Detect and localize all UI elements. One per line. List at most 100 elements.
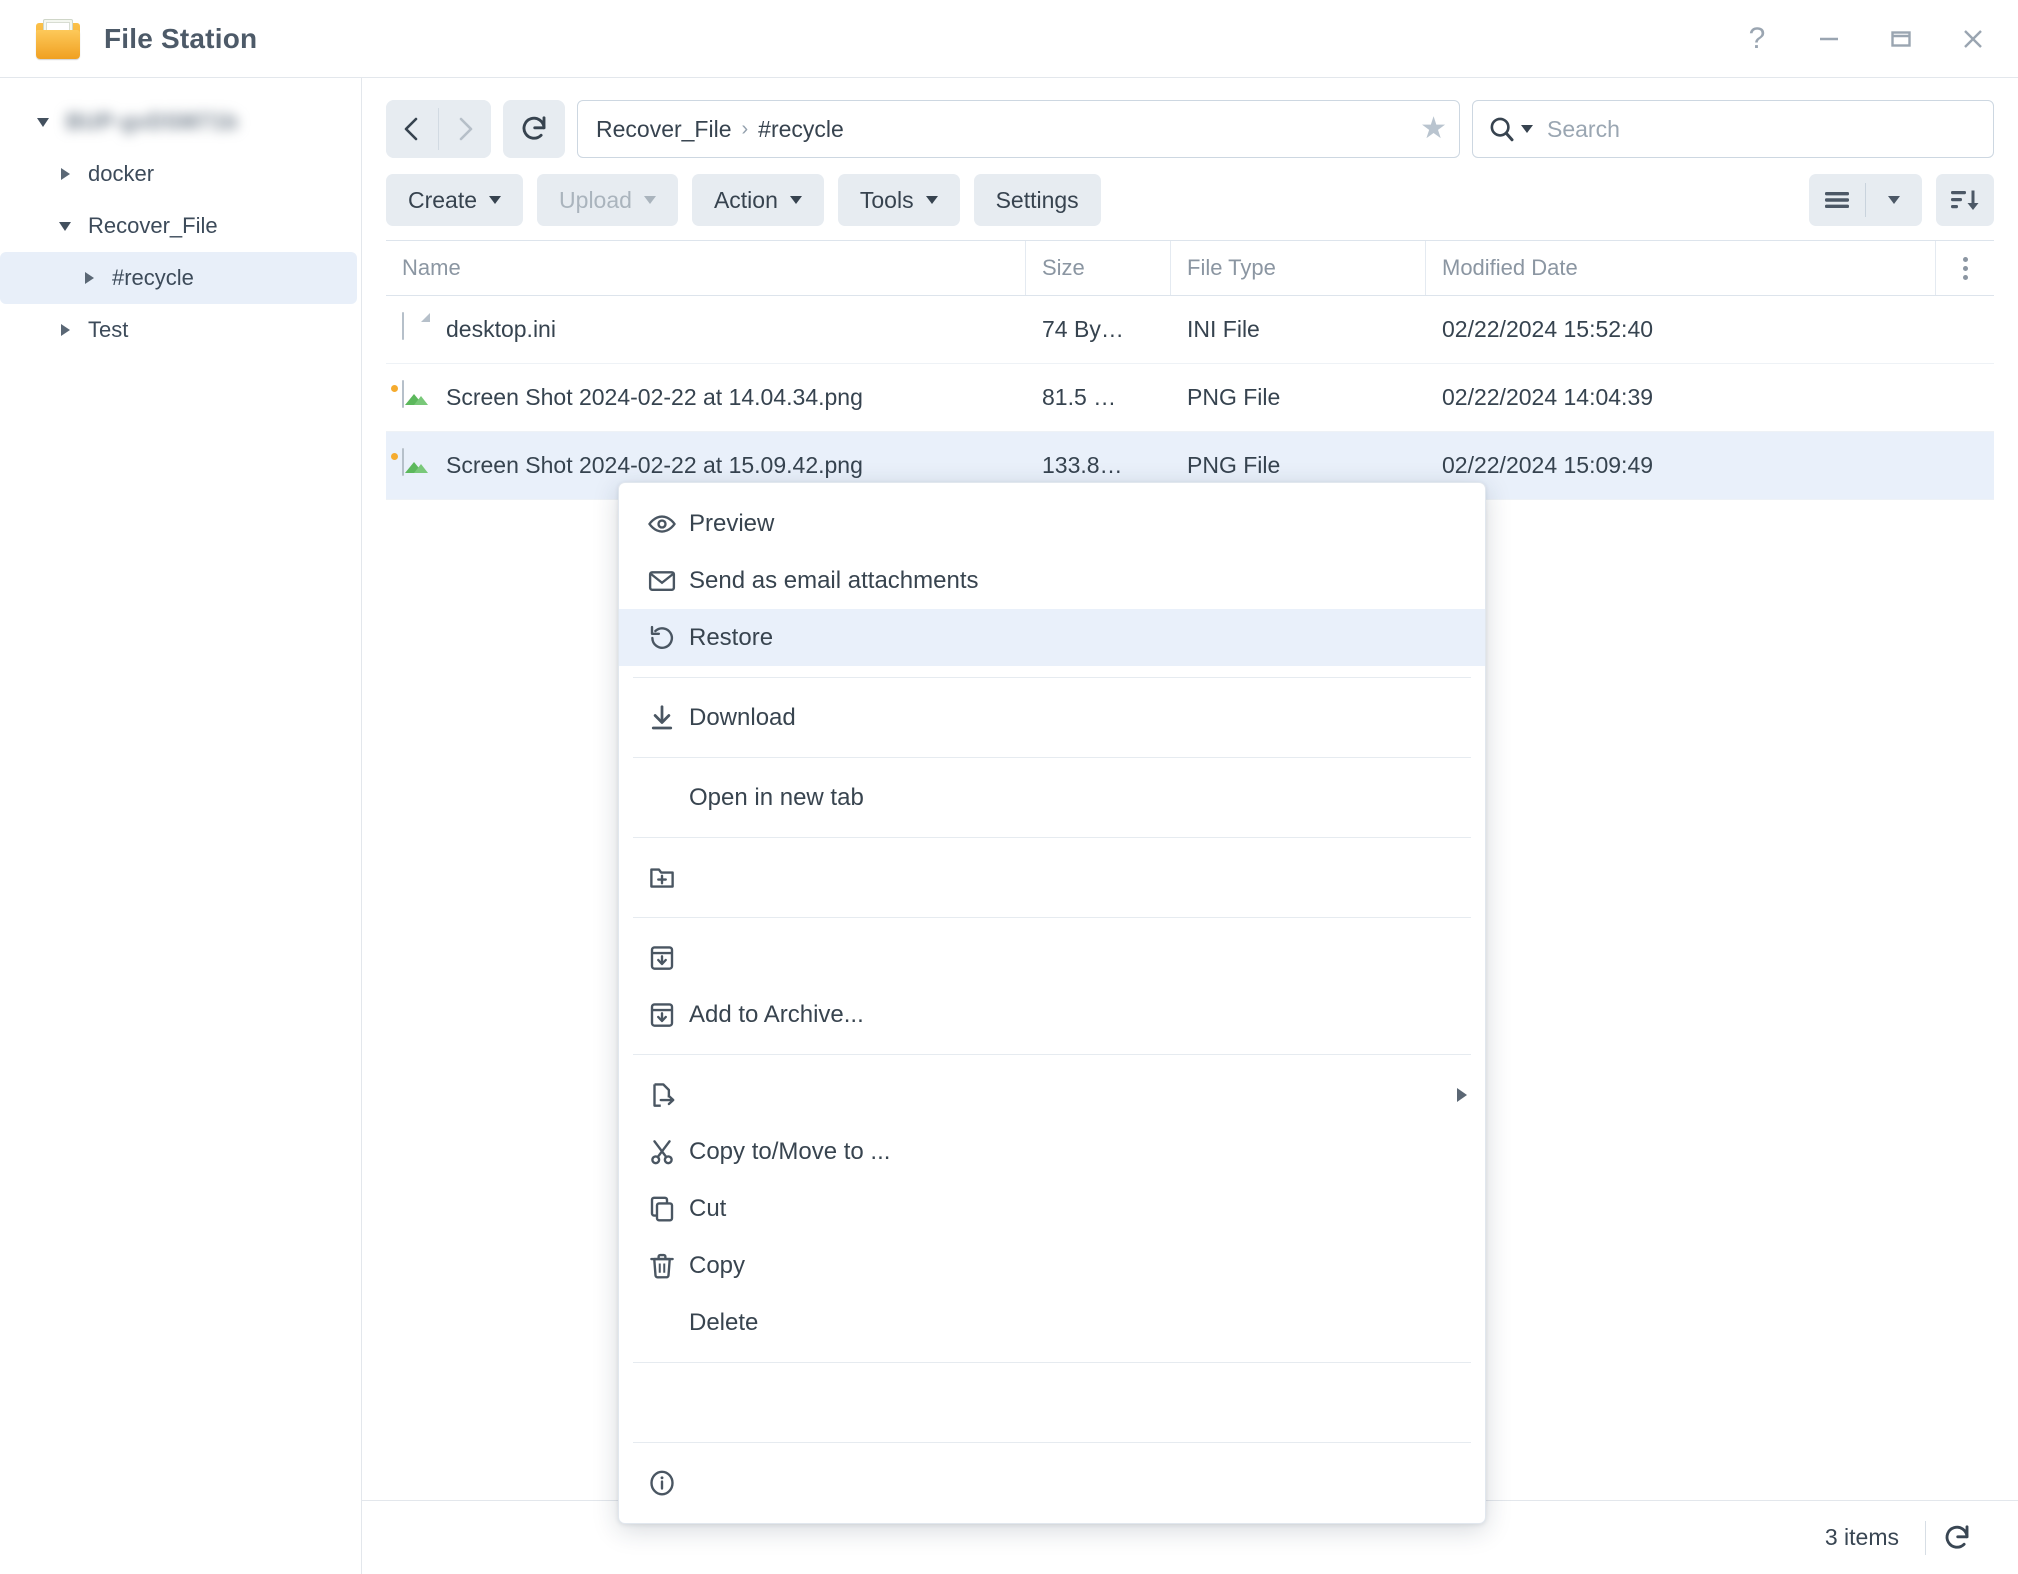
context-menu-item-delete[interactable]: Copy <box>619 1237 1485 1294</box>
sidebar-item-nas-root[interactable]: BUP-gvDSM71b <box>0 96 357 148</box>
refresh-button[interactable] <box>503 100 565 158</box>
list-view-icon[interactable] <box>1809 174 1865 226</box>
caret-right-icon[interactable] <box>76 272 102 284</box>
sidebar-item-label: Test <box>88 317 129 342</box>
context-menu-item-send-as-email-attachments[interactable]: Send as email attachments <box>619 552 1485 609</box>
context-menu-label: Send as email attachments <box>689 566 979 594</box>
file-type-cell: PNG File <box>1187 384 1281 410</box>
back-button[interactable] <box>386 100 438 158</box>
column-header-name[interactable]: Name <box>386 241 1026 295</box>
search-scope-chevron-down-icon[interactable] <box>1521 125 1533 133</box>
context-menu-separator <box>633 1054 1471 1055</box>
context-menu-item-preview[interactable]: Preview <box>619 495 1485 552</box>
context-menu-label: Add to Archive... <box>689 1000 864 1028</box>
context-menu-separator <box>633 1362 1471 1363</box>
context-menu-item-restore[interactable]: Restore <box>619 609 1485 666</box>
search-box[interactable]: Search <box>1472 100 1994 158</box>
context-menu-label: Copy <box>689 1251 746 1279</box>
context-menu-separator <box>633 917 1471 918</box>
breadcrumb-item-recover-file[interactable]: Recover_File <box>596 116 732 143</box>
breadcrumb-bar[interactable]: Recover_File › #recycle ★ <box>577 100 1460 158</box>
minimize-button[interactable] <box>1810 20 1848 58</box>
action-toolbar: Create Upload Action Tools Settings <box>362 158 2018 240</box>
context-menu-label: Restore <box>689 623 774 651</box>
item-count-label: 3 items <box>1824 1524 1899 1550</box>
search-input[interactable]: Search <box>1547 116 1620 143</box>
context-menu-item-open-in-new-tab[interactable]: Open in new tab <box>619 769 1485 826</box>
file-context-menu: Preview Send as email attachments Restor… <box>618 482 1486 1524</box>
status-refresh-icon[interactable] <box>1926 1523 1988 1553</box>
sidebar-item-label: docker <box>88 161 155 186</box>
file-name-label: Screen Shot 2024-02-22 at 14.04.34.png <box>446 384 863 410</box>
caret-right-icon[interactable] <box>52 324 78 336</box>
maximize-button[interactable] <box>1882 20 1920 58</box>
info-icon <box>635 1468 689 1498</box>
context-menu-separator <box>633 1442 1471 1443</box>
sidebar-item-label: BUP-gvDSM71b <box>66 109 239 134</box>
action-button[interactable]: Action <box>691 174 824 226</box>
image-file-icon <box>391 447 430 483</box>
settings-button[interactable]: Settings <box>973 174 1101 226</box>
breadcrumb-separator-icon: › <box>741 117 749 140</box>
context-menu-item-rename[interactable]: Delete <box>619 1294 1485 1351</box>
chevron-down-icon <box>489 196 502 204</box>
file-modified-cell: 02/22/2024 14:04:39 <box>1442 384 1654 410</box>
column-header-size[interactable]: Size <box>1026 241 1171 295</box>
tools-button[interactable]: Tools <box>837 174 960 226</box>
view-mode-group <box>1809 174 1922 226</box>
context-menu-item-download[interactable]: Download <box>619 689 1485 746</box>
file-list-header: Name Size File Type Modified Date <box>386 240 1994 296</box>
document-file-icon <box>402 311 430 347</box>
context-menu-item-cut[interactable]: Copy to/Move to ... <box>619 1123 1485 1180</box>
sidebar-item-recover-file[interactable]: Recover_File <box>0 200 357 252</box>
view-mode-chevron-down-icon[interactable] <box>1866 174 1922 226</box>
context-menu-item-copy-to-move-to[interactable] <box>619 1066 1485 1123</box>
help-button[interactable]: ? <box>1738 20 1776 58</box>
create-button[interactable]: Create <box>386 174 524 226</box>
file-size-cell: 74 By… <box>1042 316 1124 342</box>
trash-icon <box>635 1251 689 1281</box>
eye-icon <box>635 509 689 539</box>
table-row[interactable]: desktop.ini 74 By… INI File 02/22/2024 1… <box>386 296 1994 364</box>
context-menu-item-copy[interactable]: Cut <box>619 1180 1485 1237</box>
create-button-label: Create <box>408 186 478 213</box>
context-menu-item-create-folder[interactable] <box>619 849 1485 906</box>
forward-button[interactable] <box>439 100 491 158</box>
file-modified-cell: 02/22/2024 15:52:40 <box>1442 316 1654 342</box>
caret-down-icon[interactable] <box>30 117 56 127</box>
file-name-cell: Screen Shot 2024-02-22 at 14.04.34.png <box>386 379 1026 415</box>
upload-button[interactable]: Upload <box>537 174 678 226</box>
table-row[interactable]: Screen Shot 2024-02-22 at 14.04.34.png 8… <box>386 364 1994 432</box>
breadcrumb-item-recycle[interactable]: #recycle <box>758 116 844 143</box>
search-icon <box>1490 117 1514 142</box>
folder-icon <box>34 17 82 61</box>
sidebar-item-recycle[interactable]: #recycle <box>0 252 357 304</box>
kebab-menu-icon[interactable] <box>1936 241 1994 295</box>
file-name-cell: Screen Shot 2024-02-22 at 15.09.42.png <box>386 447 1026 483</box>
context-menu-item-properties[interactable] <box>619 1454 1485 1511</box>
star-icon[interactable]: ★ <box>1420 114 1447 144</box>
chevron-down-icon <box>789 196 802 204</box>
copy-icon <box>635 1194 689 1224</box>
context-menu-item-add-to-archive[interactable] <box>619 929 1485 986</box>
chevron-down-icon <box>925 196 938 204</box>
context-menu-label: Download <box>689 703 796 731</box>
context-menu-separator <box>633 677 1471 678</box>
file-name-cell: desktop.ini <box>386 311 1026 347</box>
caret-down-icon[interactable] <box>52 221 78 231</box>
column-header-file-type[interactable]: File Type <box>1171 241 1426 295</box>
column-header-modified-date[interactable]: Modified Date <box>1426 241 1936 295</box>
file-size-cell: 81.5 … <box>1042 384 1117 410</box>
context-menu-item-create-desktop-shortcut[interactable] <box>619 1374 1485 1431</box>
close-button[interactable] <box>1954 20 1992 58</box>
title-bar: File Station ? <box>0 0 2018 78</box>
folder-plus-icon <box>635 863 689 893</box>
sidebar-item-test[interactable]: Test <box>0 304 357 356</box>
context-menu-item-compress-to-zip[interactable]: Add to Archive... <box>619 986 1485 1043</box>
sidebar-item-docker[interactable]: docker <box>0 148 357 200</box>
caret-right-icon[interactable] <box>52 168 78 180</box>
context-menu-label: Open in new tab <box>689 783 864 811</box>
archive-icon <box>635 943 689 973</box>
file-name-label: desktop.ini <box>446 316 556 342</box>
sort-descending-icon[interactable] <box>1936 174 1994 226</box>
